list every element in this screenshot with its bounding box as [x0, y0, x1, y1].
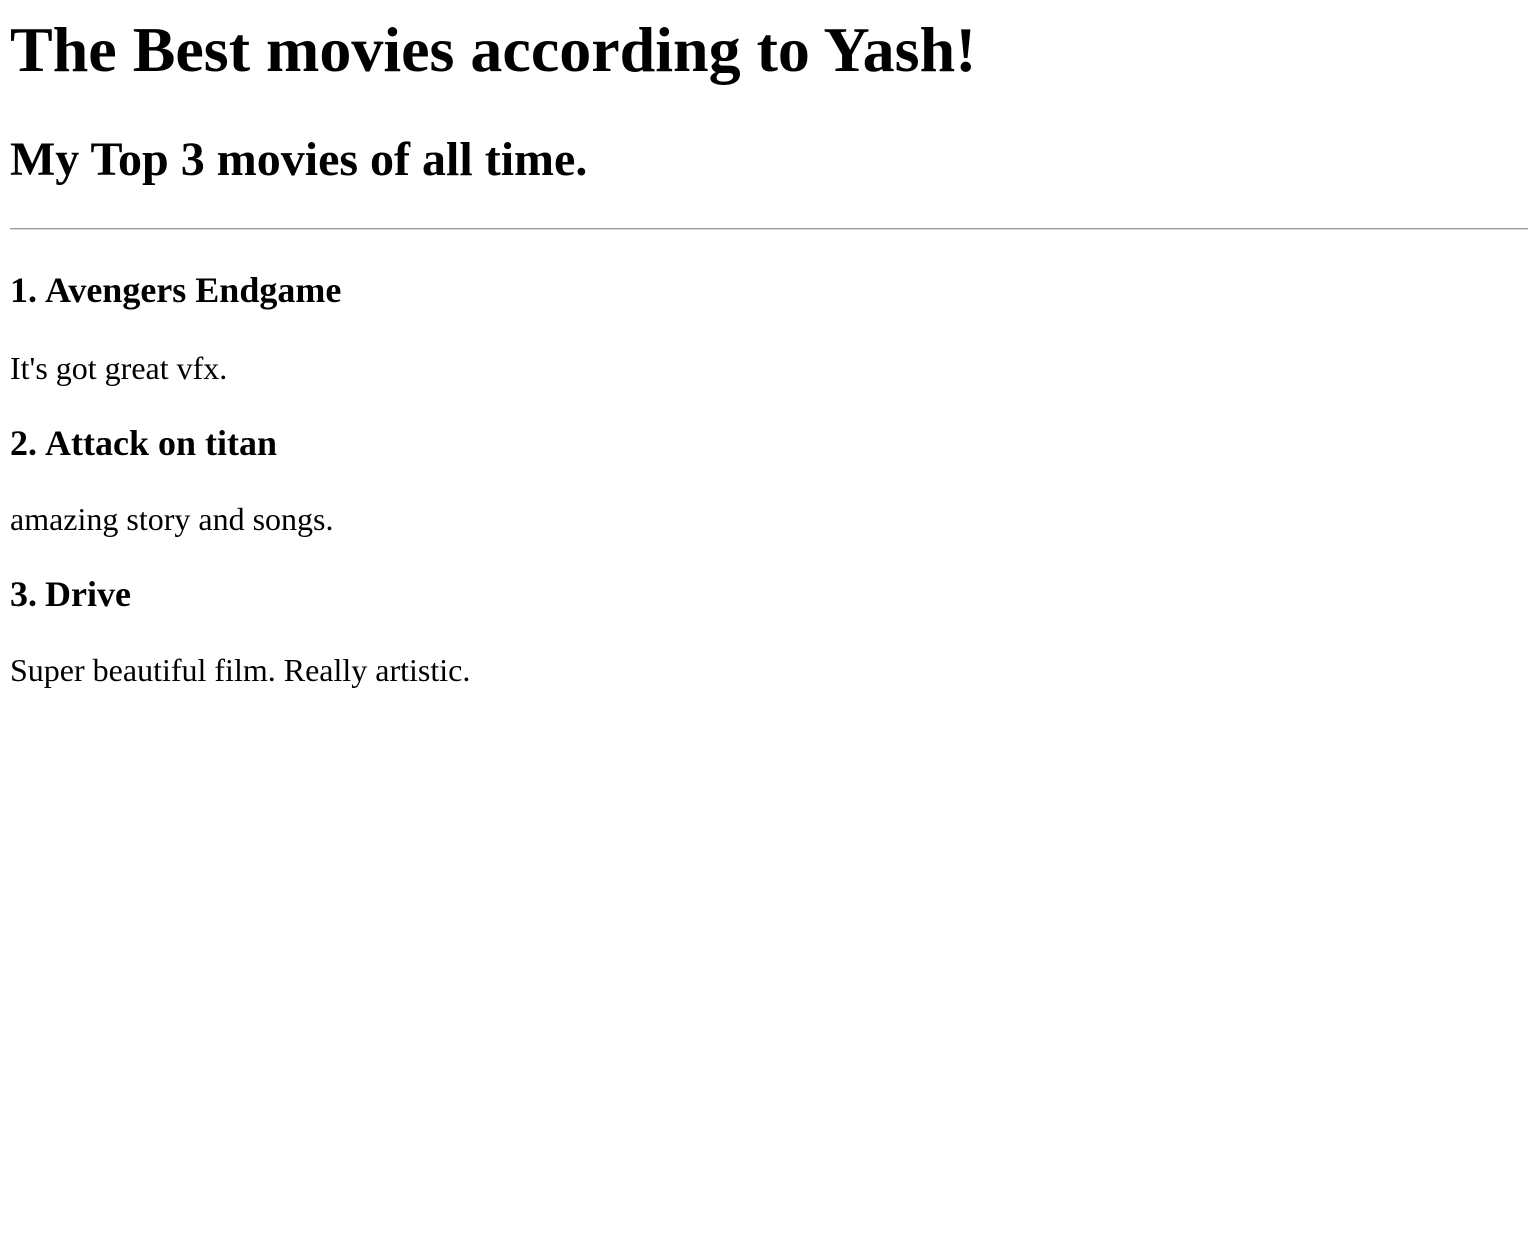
movie-heading: 2. Attack on titan	[10, 386, 1526, 463]
movie-description: amazing story and songs.	[10, 501, 334, 537]
movie-title: Avengers Endgame	[45, 270, 342, 310]
page-subtitle: My Top 3 movies of all time.	[10, 133, 588, 186]
movie-heading: 3. Drive	[10, 537, 1526, 614]
movie-title: Drive	[45, 574, 131, 614]
page-title: The Best movies according to Yash!	[10, 14, 977, 85]
movie-list: 1. Avengers Endgame It's got great vfx. 2…	[10, 230, 1526, 688]
movie-number: 3.	[10, 574, 37, 614]
movie-number: 2.	[10, 423, 37, 463]
list-item: 1. Avengers Endgame It's got great vfx.	[10, 230, 1526, 386]
movie-title: Attack on titan	[45, 423, 277, 463]
movie-description: Super beautiful film. Really artistic.	[10, 652, 471, 688]
list-item: 3. Drive Super beautiful film. Really art…	[10, 537, 1526, 688]
movie-description: It's got great vfx.	[10, 350, 228, 386]
movie-number: 1.	[10, 270, 37, 310]
list-item: 2. Attack on titan amazing story and song…	[10, 386, 1526, 537]
movie-heading: 1. Avengers Endgame	[10, 230, 1526, 310]
page: The Best movies according to Yash! My To…	[0, 0, 1536, 688]
